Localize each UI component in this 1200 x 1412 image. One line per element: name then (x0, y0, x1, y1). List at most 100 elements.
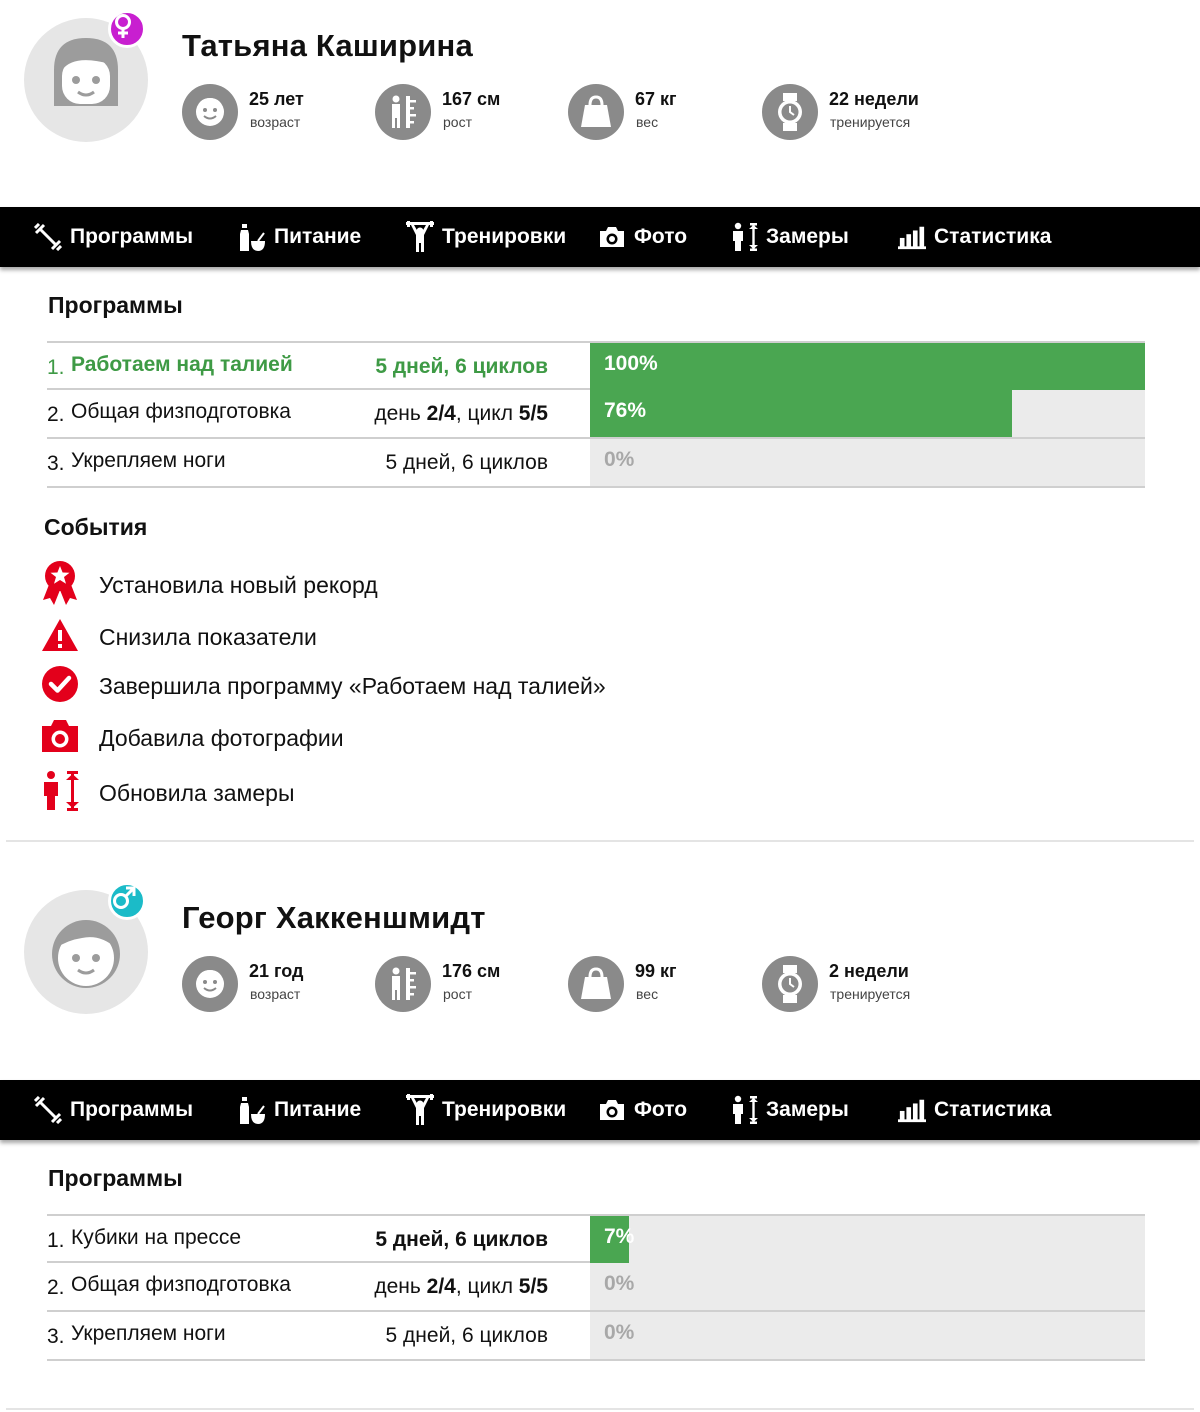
profile-stats: 21 год возраст 176 см рост 99 кг вес 2 н… (182, 956, 982, 1012)
progress-bar: 7% (590, 1216, 1145, 1263)
programs-list: 1. Кубики на прессе 5 дней, 6 циклов 7% … (47, 1214, 1145, 1361)
tab-label: Фото (634, 1098, 688, 1121)
progress-bar: 100% (590, 343, 1145, 390)
event-text: Снизила показатели (99, 624, 317, 650)
award-ribbon-icon (38, 560, 82, 606)
tab-nutrition[interactable]: Питание (238, 207, 361, 267)
program-schedule: день 2/4, цикл 5/5 (374, 1275, 548, 1298)
tab-label: Питание (274, 225, 362, 248)
tab-photo[interactable]: Фото (598, 1080, 687, 1140)
stat-value: 2 недели (829, 961, 909, 981)
progress-fill (590, 390, 1012, 437)
program-row[interactable]: 1. Кубики на прессе 5 дней, 6 циклов 7% (47, 1214, 1145, 1263)
event-text: Завершила программу «Работаем над талией… (99, 673, 606, 699)
program-name: Укрепляем ноги (71, 449, 226, 472)
progress-bar: 76% (590, 390, 1145, 437)
tab-label: Статистика (934, 1098, 1052, 1121)
tab-photo[interactable]: Фото (598, 207, 687, 267)
profile-navbar: Программы Питание Тренировки Фото Замеры… (0, 207, 1200, 267)
tab-programs[interactable]: Программы (34, 207, 193, 267)
program-number: 2. (47, 403, 65, 426)
stat-label: тренируется (830, 986, 911, 1002)
tab-label: Питание (274, 1098, 362, 1121)
tab-label: Тренировки (442, 1098, 567, 1121)
weight-icon (568, 956, 624, 1012)
stat-label: вес (636, 986, 659, 1002)
weight-icon (568, 84, 624, 140)
program-schedule: день 2/4, цикл 5/5 (374, 402, 548, 425)
programs-title: Программы (48, 1165, 183, 1191)
female-gender-icon (108, 10, 146, 48)
stat-value: 67 кг (635, 89, 677, 109)
program-row[interactable]: 3. Укрепляем ноги 5 дней, 6 циклов 0% (47, 1312, 1145, 1361)
avatar (24, 10, 148, 142)
divider (6, 840, 1194, 842)
warning-icon (38, 612, 82, 658)
camera-icon (598, 222, 626, 252)
event-text: Установила новый рекорд (99, 572, 378, 598)
program-schedule: 5 дней, 6 циклов (385, 451, 548, 474)
tab-measurements[interactable]: Замеры (730, 207, 849, 267)
program-schedule: 5 дней, 6 циклов (375, 1228, 548, 1251)
profile-navbar: Программы Питание Тренировки Фото Замеры… (0, 1080, 1200, 1140)
progress-percent: 7% (604, 1225, 635, 1248)
events-title: События (44, 514, 148, 540)
programs-title: Программы (48, 292, 183, 318)
profile-name: Георг Хаккеншмидт (182, 900, 486, 935)
ruler-person-icon (375, 956, 431, 1012)
event-item: Завершила программу «Работаем над талией… (38, 661, 738, 707)
stat-value: 167 см (442, 89, 501, 109)
tab-measurements[interactable]: Замеры (730, 1080, 849, 1140)
watch-icon (762, 84, 818, 140)
height-measure-icon (730, 222, 758, 252)
weightlifter-icon (406, 1094, 434, 1125)
stat-value: 176 см (442, 961, 501, 981)
progress-percent: 100% (604, 352, 658, 375)
stat-value: 25 лет (249, 89, 304, 109)
program-number: 2. (47, 1276, 65, 1299)
weightlifter-icon (406, 221, 434, 252)
male-gender-icon (108, 882, 146, 920)
tab-programs[interactable]: Программы (34, 1080, 193, 1140)
avatar (24, 882, 148, 1014)
program-row[interactable]: 2. Общая физподготовка день 2/4, цикл 5/… (47, 1263, 1145, 1312)
dumbbell-icon (34, 1095, 62, 1125)
event-item: Снизила показатели (38, 612, 738, 658)
programs-list: 1. Работаем над талией 5 дней, 6 циклов … (47, 341, 1145, 488)
program-row[interactable]: 2. Общая физподготовка день 2/4, цикл 5/… (47, 390, 1145, 439)
program-number: 1. (47, 1229, 65, 1252)
program-row[interactable]: 1. Работаем над талией 5 дней, 6 циклов … (47, 341, 1145, 390)
bottle-bowl-icon (238, 222, 266, 252)
face-icon (182, 84, 238, 140)
progress-bar: 0% (590, 1263, 1145, 1310)
program-schedule: 5 дней, 6 циклов (375, 355, 548, 378)
height-measure-icon (730, 1095, 758, 1125)
tab-label: Статистика (934, 225, 1052, 248)
program-name: Общая физподготовка (71, 1273, 291, 1296)
camera-icon (598, 1095, 626, 1125)
camera-icon (38, 713, 82, 759)
profile-card: Татьяна Каширина 25 лет возраст 167 см р… (0, 0, 1200, 845)
stat-label: возраст (250, 986, 301, 1002)
tab-label: Тренировки (442, 225, 567, 248)
program-row[interactable]: 3. Укрепляем ноги 5 дней, 6 циклов 0% (47, 439, 1145, 488)
program-number: 3. (47, 452, 65, 475)
stat-value: 99 кг (635, 961, 677, 981)
watch-icon (762, 956, 818, 1012)
stat-label: рост (443, 114, 472, 130)
tab-statistics[interactable]: Статистика (898, 207, 1051, 267)
tab-workouts[interactable]: Тренировки (406, 1080, 566, 1140)
tab-workouts[interactable]: Тренировки (406, 207, 566, 267)
tab-nutrition[interactable]: Питание (238, 1080, 361, 1140)
face-icon (182, 956, 238, 1012)
profile-card: Георг Хаккеншмидт 21 год возраст 176 см … (0, 872, 1200, 1412)
divider (6, 1408, 1194, 1410)
event-text: Обновила замеры (99, 780, 295, 806)
tab-label: Программы (70, 225, 194, 248)
stat-label: вес (636, 114, 659, 130)
progress-percent: 76% (604, 399, 647, 422)
bar-chart-icon (898, 1095, 926, 1125)
tab-label: Фото (634, 225, 688, 248)
tab-statistics[interactable]: Статистика (898, 1080, 1051, 1140)
stat-value: 21 год (249, 961, 304, 981)
